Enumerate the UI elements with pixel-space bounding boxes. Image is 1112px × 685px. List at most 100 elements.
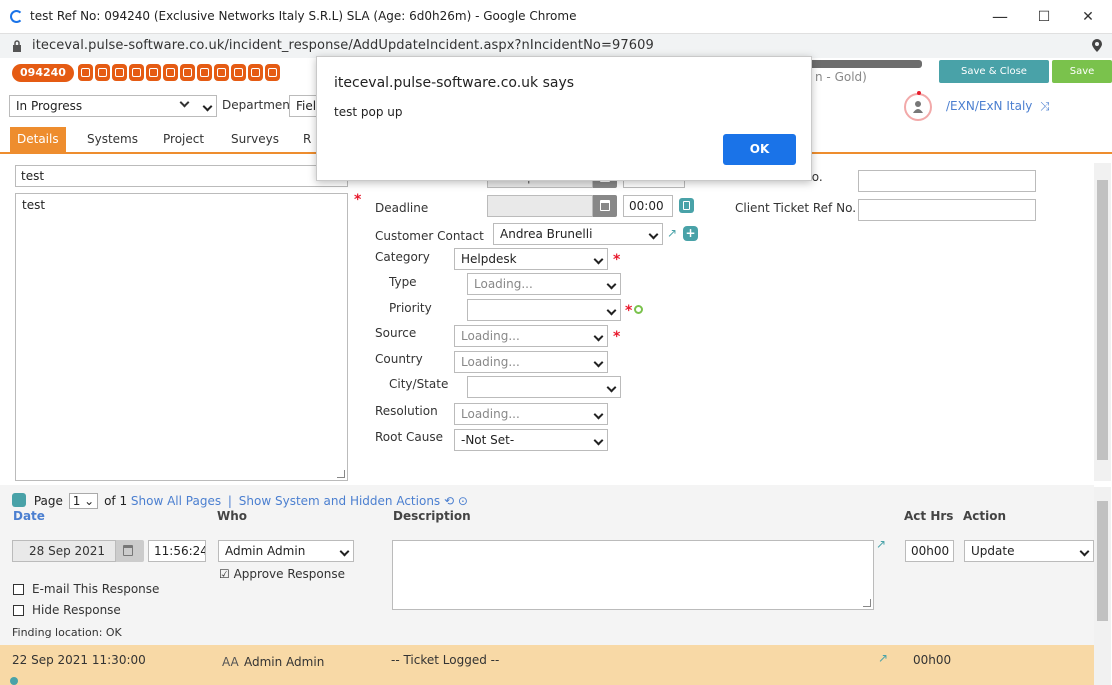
expand-icon[interactable]: ↗ xyxy=(876,537,886,551)
company-path-link[interactable]: /EXN/ExN Italy xyxy=(946,99,1032,113)
avatar[interactable] xyxy=(904,91,932,121)
show-system-hidden-link[interactable]: Show System and Hidden Actions xyxy=(239,494,440,508)
browser-title-bar: test Ref No: 094240 (Exclusive Networks … xyxy=(0,0,1112,34)
gear-icon[interactable] xyxy=(10,677,18,685)
location-icon[interactable] xyxy=(197,64,212,81)
page-select[interactable]: 1 ⌄ xyxy=(68,493,99,509)
root-cause-select[interactable]: -Not Set- xyxy=(454,429,608,451)
further-po-input[interactable] xyxy=(858,170,1036,192)
who-select[interactable]: Admin Admin xyxy=(218,540,354,562)
location-pin-icon[interactable] xyxy=(1092,39,1102,52)
address-bar[interactable]: iteceval.pulse-software.co.uk/incident_r… xyxy=(0,34,1112,58)
subject-input[interactable]: test xyxy=(15,165,348,187)
action-time-input[interactable]: 11:56:24 xyxy=(148,540,206,562)
envelope-icon[interactable] xyxy=(78,64,93,81)
minimize-button[interactable]: — xyxy=(980,4,1020,30)
tab-systems[interactable]: Systems xyxy=(80,127,145,152)
country-select[interactable]: Loading... xyxy=(454,351,608,373)
save-close-button[interactable]: Save & Close xyxy=(939,60,1049,83)
logged-act-hrs: 00h00 xyxy=(913,653,952,667)
action-type-select[interactable]: Update xyxy=(964,540,1094,562)
page-value: 1 xyxy=(72,494,81,508)
tab-project[interactable]: Project xyxy=(156,127,211,152)
chevron-down-icon xyxy=(202,101,213,112)
email-response-checkbox[interactable] xyxy=(13,584,24,595)
chevron-down-icon xyxy=(606,305,617,316)
tab-details[interactable]: Details xyxy=(10,127,66,152)
priority-matrix-icon[interactable] xyxy=(634,305,643,314)
tab-surveys[interactable]: Surveys xyxy=(224,127,286,152)
resolution-value: Loading... xyxy=(461,407,520,421)
department-select[interactable]: Fiel xyxy=(289,95,317,117)
action-date-input[interactable]: 28 Sep 2021 xyxy=(12,540,116,562)
copy-icon[interactable] xyxy=(146,64,161,81)
deadline-label: Deadline xyxy=(375,201,429,215)
department-label-text: Department xyxy=(222,98,295,112)
bell-icon[interactable] xyxy=(265,64,280,81)
customer-contact-value: Andrea Brunelli xyxy=(500,227,593,241)
phone-icon[interactable] xyxy=(95,64,110,81)
ok-button[interactable]: OK xyxy=(723,134,796,165)
resize-grip-icon[interactable] xyxy=(863,599,871,607)
chevron-down-icon xyxy=(606,279,617,290)
resolution-select[interactable]: Loading... xyxy=(454,403,608,425)
chevron-down-icon xyxy=(593,435,604,446)
customer-contact-label: Customer Contact xyxy=(375,229,484,243)
calendar-icon[interactable] xyxy=(593,195,617,217)
hide-response-checkbox[interactable] xyxy=(13,605,24,616)
status-value: In Progress xyxy=(16,99,83,113)
trash-icon[interactable] xyxy=(679,198,694,213)
close-button[interactable]: ✕ xyxy=(1068,4,1108,30)
person-icon[interactable] xyxy=(129,64,144,81)
customer-contact-select[interactable]: Andrea Brunelli xyxy=(493,223,663,245)
city-select[interactable] xyxy=(467,376,621,398)
upload-icon[interactable] xyxy=(163,64,178,81)
alert-dialog: iteceval.pulse-software.co.uk says test … xyxy=(316,56,812,181)
deadline-time-input[interactable]: 00:00 xyxy=(623,195,673,217)
save-button[interactable]: Save xyxy=(1052,60,1112,83)
link-icon[interactable] xyxy=(214,64,229,81)
clock-icon[interactable] xyxy=(180,64,195,81)
source-select[interactable]: Loading... xyxy=(454,325,608,347)
col-date[interactable]: Date xyxy=(13,509,45,523)
print-icon[interactable] xyxy=(112,64,127,81)
deadline-date-input[interactable] xyxy=(487,195,593,217)
undo-icon[interactable]: ⟲ xyxy=(444,494,454,508)
scrollbar-thumb[interactable] xyxy=(1097,501,1108,621)
chevron-down-icon xyxy=(648,229,659,240)
scrollbar-thumb[interactable] xyxy=(1097,180,1108,460)
calendar-icon[interactable] xyxy=(116,540,144,562)
actions-scrollbar[interactable] xyxy=(1094,487,1111,685)
type-select[interactable]: Loading... xyxy=(467,273,621,295)
category-select[interactable]: Helpdesk xyxy=(454,248,608,270)
category-label: Category xyxy=(375,250,430,264)
table-row[interactable]: 22 Sep 2021 11:30:00 AA Admin Admin -- T… xyxy=(0,645,1094,685)
chevron-down-icon xyxy=(593,331,604,342)
description-textarea[interactable]: test xyxy=(15,193,348,481)
action-description-textarea[interactable] xyxy=(392,540,874,610)
add-contact-icon[interactable]: + xyxy=(683,226,698,241)
logged-datetime: 22 Sep 2021 11:30:00 xyxy=(12,653,146,667)
refresh-icon[interactable] xyxy=(231,64,246,81)
expand-icon[interactable]: ↗ xyxy=(878,651,888,665)
act-hrs-input[interactable]: 00h00 xyxy=(905,540,954,562)
show-all-pages-link[interactable]: Show All Pages xyxy=(131,494,221,508)
chevron-down-icon xyxy=(606,382,617,393)
external-link-icon[interactable]: ↗ xyxy=(667,226,677,240)
tab-r[interactable]: R xyxy=(296,127,318,152)
approve-response-checkbox[interactable]: ☑ Approve Response xyxy=(219,567,345,581)
clock-icon[interactable]: ⊙ xyxy=(458,494,468,508)
details-scrollbar[interactable] xyxy=(1094,163,1111,481)
department-value: Fiel xyxy=(296,99,317,113)
pagination-bar: Page 1 ⌄ of 1 Show All Pages | Show Syst… xyxy=(12,493,468,509)
maximize-button[interactable]: ☐ xyxy=(1024,4,1064,30)
shuffle-icon[interactable]: ⤨ xyxy=(1040,99,1050,114)
client-ticket-input[interactable] xyxy=(858,199,1036,221)
priority-select[interactable] xyxy=(467,299,621,321)
url-text[interactable]: iteceval.pulse-software.co.uk/incident_r… xyxy=(32,38,654,53)
loading-spinner-icon xyxy=(10,10,23,23)
bell-icon[interactable] xyxy=(248,64,263,81)
chevron-down-icon xyxy=(593,409,604,420)
resize-grip-icon[interactable] xyxy=(337,470,345,478)
edit-icon[interactable] xyxy=(12,493,26,507)
